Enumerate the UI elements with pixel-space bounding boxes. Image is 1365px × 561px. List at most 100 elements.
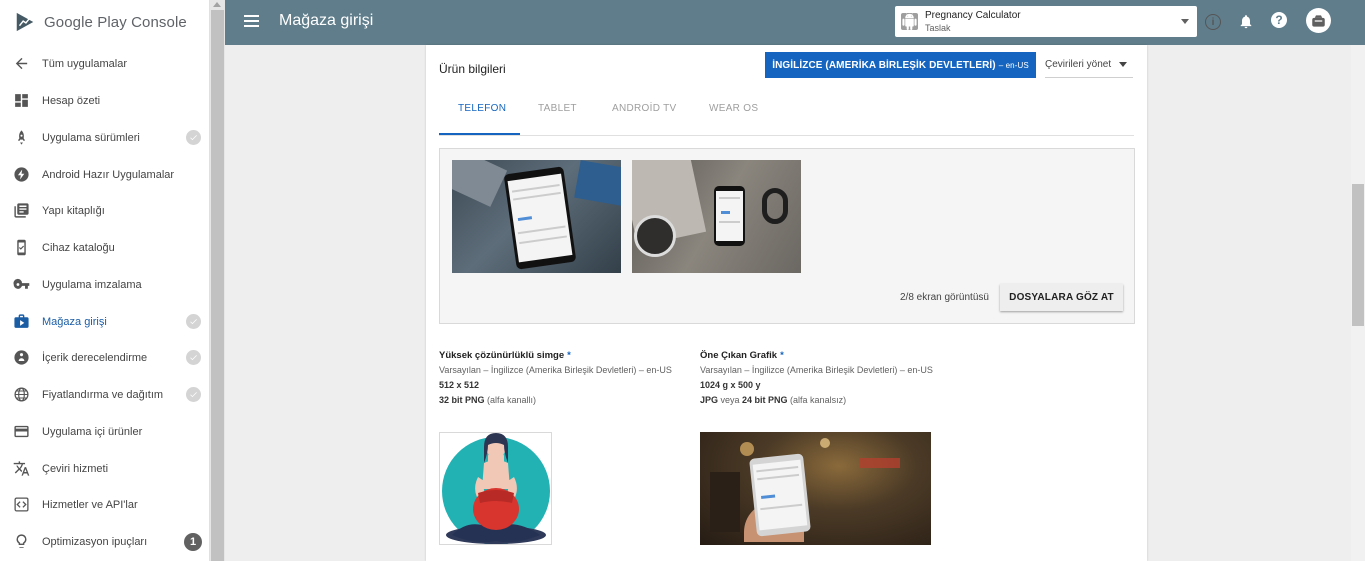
- pregnant-woman-illustration: [442, 433, 550, 544]
- sidebar-item-services-apis[interactable]: Hizmetler ve API'lar: [0, 486, 209, 523]
- sidebar-item-translation-service[interactable]: Çeviri hizmeti: [0, 450, 209, 487]
- notification-badge: 1: [184, 533, 202, 551]
- app-status: Taslak: [925, 23, 951, 33]
- store-icon: [12, 313, 30, 331]
- sidebar-scrollbar-thumb[interactable]: [211, 10, 224, 561]
- help-icon[interactable]: ?: [1271, 12, 1287, 28]
- lightbulb-icon: [12, 533, 30, 551]
- library-icon: [12, 202, 30, 220]
- active-tab-indicator: [439, 133, 520, 135]
- key-icon: [12, 276, 30, 294]
- sidebar-item-build-library[interactable]: Yapı kitaplığı: [0, 192, 209, 229]
- product-details-card: Ürün bilgileri İNGİLİZCE (AMERİKA BİRLEŞ…: [426, 45, 1147, 561]
- rating-icon: [12, 349, 30, 367]
- sidebar-item-label: Uygulama içi ürünler: [42, 425, 143, 438]
- sidebar-item-label: Hesap özeti: [42, 94, 101, 107]
- tab-android-tv[interactable]: ANDROİD TV: [612, 103, 677, 114]
- language-code: – en-US: [998, 60, 1029, 70]
- rocket-icon: [12, 129, 30, 147]
- tab-wear-os[interactable]: WEAR OS: [709, 103, 758, 114]
- caret-down-icon: [1119, 62, 1128, 67]
- bell-icon[interactable]: [1238, 13, 1254, 35]
- manage-translations-label: Çevirileri yönet: [1045, 59, 1112, 70]
- device-icon: [12, 239, 30, 257]
- hi-res-icon-size: 512 x 512: [439, 380, 480, 390]
- feature-graphic-format-png: 24 bit PNG: [742, 395, 788, 405]
- sidebar-scrollbar[interactable]: [210, 0, 225, 561]
- sidebar-item-label: Uygulama sürümleri: [42, 131, 140, 144]
- bolt-icon: [12, 166, 30, 184]
- tab-tablet[interactable]: TABLET: [538, 103, 577, 114]
- app-name: Pregnancy Calculator: [925, 10, 1021, 21]
- screenshot-thumbnail[interactable]: [632, 160, 801, 273]
- sidebar-item-label: Fiyatlandırma ve dağıtım: [42, 388, 164, 401]
- required-marker: *: [780, 350, 784, 361]
- check-circle-icon: [186, 350, 201, 365]
- sidebar-item-app-releases[interactable]: Uygulama sürümleri: [0, 119, 209, 156]
- sidebar-item-label: Uygulama imzalama: [42, 278, 142, 291]
- page-scrollbar-thumb[interactable]: [1352, 184, 1364, 326]
- feature-graphic-format-note: (alfa kanalsız): [787, 395, 847, 405]
- feature-graphic-info: Öne Çıkan Grafik * Varsayılan – İngilizce…: [700, 348, 933, 408]
- brand[interactable]: Google Play Console: [0, 0, 209, 44]
- menu-icon[interactable]: [244, 15, 259, 27]
- screenshot-count: 2/8 ekran görüntüsü: [900, 292, 989, 303]
- avatar[interactable]: [1306, 8, 1331, 33]
- sidebar-item-content-rating[interactable]: İçerik derecelendirme: [0, 339, 209, 376]
- play-console-logo-icon: [16, 12, 34, 32]
- sidebar-item-optimization-tips[interactable]: Optimizasyon ipuçları 1: [0, 523, 209, 560]
- tab-phone[interactable]: TELEFON: [458, 103, 506, 114]
- check-circle-icon: [186, 387, 201, 402]
- card-icon: [12, 423, 30, 441]
- feature-graphic-format-or: veya: [718, 395, 743, 405]
- page-title: Mağaza girişi: [279, 12, 374, 29]
- sidebar-item-label: Hizmetler ve API'lar: [42, 498, 138, 511]
- feature-graphic-preview[interactable]: [700, 432, 931, 545]
- sidebar-item-label: Optimizasyon ipuçları: [42, 535, 148, 548]
- hi-res-icon-format: 32 bit PNG: [439, 395, 485, 405]
- sidebar-item-all-apps[interactable]: Tüm uygulamalar: [0, 45, 209, 82]
- globe-icon: [12, 386, 30, 404]
- sidebar-item-label: Yapı kitaplığı: [42, 204, 105, 217]
- chevron-down-icon[interactable]: [1181, 19, 1189, 24]
- sidebar-item-label: Çeviri hizmeti: [42, 462, 109, 475]
- sidebar-item-account-overview[interactable]: Hesap özeti: [0, 82, 209, 119]
- api-icon: [12, 496, 30, 514]
- app-selector[interactable]: Pregnancy Calculator Taslak i: [895, 6, 1221, 37]
- scroll-up-arrow-icon[interactable]: [213, 2, 221, 7]
- feature-graphic-size: 1024 g x 500 y: [700, 380, 761, 390]
- dashboard-icon: [12, 92, 30, 110]
- screenshots-panel: 2/8 ekran görüntüsü DOSYALARA GÖZ AT: [439, 148, 1135, 324]
- manage-translations-select[interactable]: Çevirileri yönet: [1045, 52, 1133, 78]
- top-app-bar: Mağaza girişi Pregnancy Calculator Tasla…: [225, 0, 1365, 45]
- sidebar-item-label: Android Hazır Uygulamalar: [42, 168, 175, 181]
- check-circle-icon: [186, 314, 201, 329]
- sidebar-item-label: Cihaz kataloğu: [42, 241, 115, 254]
- sidebar-item-store-listing[interactable]: Mağaza girişi: [0, 303, 209, 340]
- android-app-icon: [901, 13, 918, 30]
- required-marker: *: [567, 350, 571, 361]
- sidebar-item-device-catalog[interactable]: Cihaz kataloğu: [0, 229, 209, 266]
- card-title: Ürün bilgileri: [439, 62, 506, 76]
- hi-res-icon-info: Yüksek çözünürlüklü simge * Varsayılan – …: [439, 348, 672, 408]
- browse-files-button[interactable]: DOSYALARA GÖZ AT: [1000, 284, 1123, 311]
- check-circle-icon: [186, 130, 201, 145]
- sidebar-item-app-signing[interactable]: Uygulama imzalama: [0, 266, 209, 303]
- language-name: İNGİLİZCE (AMERİKA BİRLEŞİK DEVLETLERİ): [772, 59, 996, 71]
- brand-name: Google Play Console: [44, 13, 187, 31]
- hi-res-icon-preview[interactable]: [439, 432, 552, 545]
- screenshot-thumbnail[interactable]: [452, 160, 621, 273]
- feature-graphic-language: Varsayılan – İngilizce (Amerika Birleşik…: [700, 365, 933, 375]
- sidebar-item-instant-apps[interactable]: Android Hazır Uygulamalar: [0, 156, 209, 193]
- hi-res-icon-format-note: (alfa kanallı): [484, 395, 537, 405]
- language-button[interactable]: İNGİLİZCE (AMERİKA BİRLEŞİK DEVLETLERİ) …: [765, 52, 1036, 78]
- translate-icon: [12, 460, 30, 478]
- info-icon[interactable]: i: [1205, 14, 1221, 30]
- tabs-divider: [439, 135, 1134, 136]
- arrow-left-icon: [12, 55, 30, 73]
- hi-res-icon-title: Yüksek çözünürlüklü simge: [439, 350, 565, 361]
- page-scrollbar[interactable]: [1351, 45, 1365, 561]
- sidebar-item-in-app-products[interactable]: Uygulama içi ürünler: [0, 413, 209, 450]
- sidebar-item-pricing-distribution[interactable]: Fiyatlandırma ve dağıtım: [0, 376, 209, 413]
- feature-graphic-format-jpg: JPG: [700, 395, 719, 405]
